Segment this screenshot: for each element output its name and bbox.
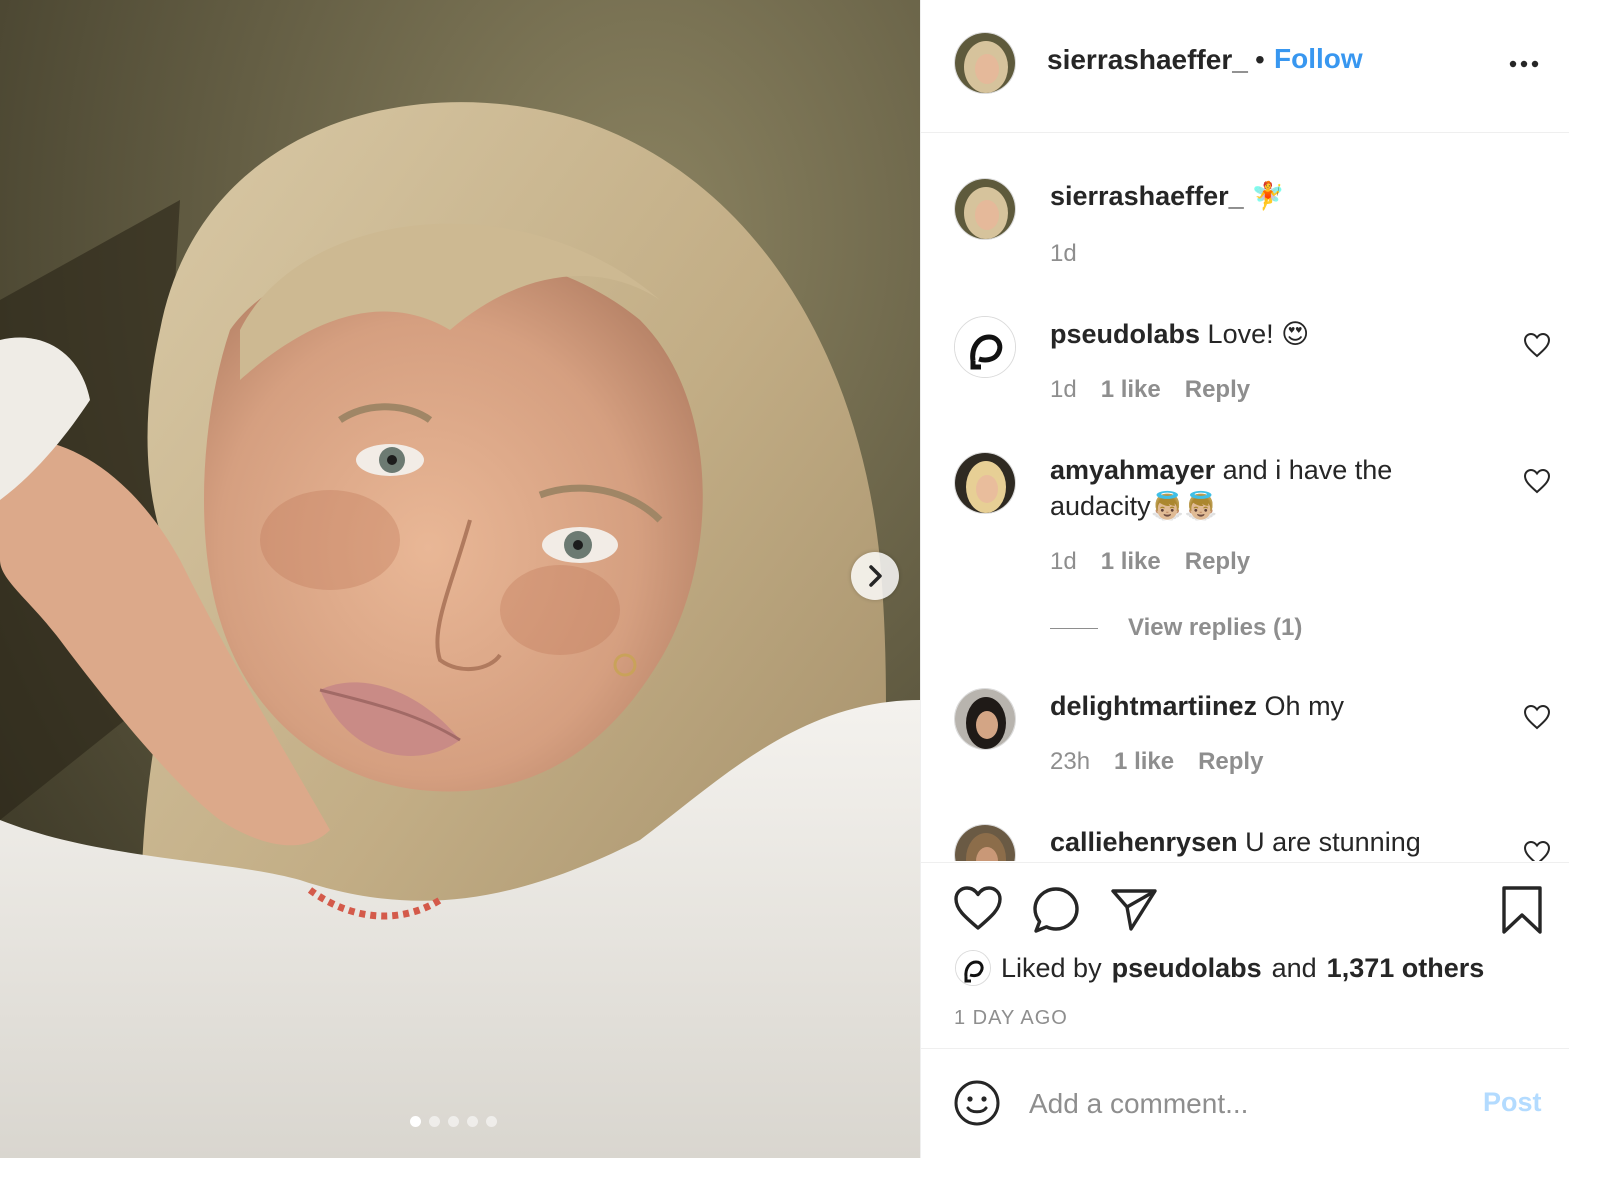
comment-username[interactable]: amyahmayer bbox=[1050, 455, 1215, 485]
reply-button[interactable]: Reply bbox=[1198, 748, 1263, 776]
heart-icon[interactable] bbox=[1523, 468, 1551, 494]
reply-button[interactable]: Reply bbox=[1185, 376, 1250, 404]
commenter-avatar[interactable] bbox=[954, 688, 1016, 750]
comment-likes[interactable]: 1 like bbox=[1101, 548, 1161, 576]
heart-icon[interactable] bbox=[953, 885, 1003, 931]
comment-body: Oh my bbox=[1264, 691, 1345, 721]
caption-time: 1d bbox=[1050, 240, 1077, 267]
carousel-next-button[interactable] bbox=[851, 552, 899, 600]
heart-icon[interactable] bbox=[1523, 840, 1551, 861]
heart-icon[interactable] bbox=[1523, 704, 1551, 730]
post-comment-button[interactable]: Post bbox=[1483, 1087, 1542, 1118]
comment-text: amyahmayer and i have the audacity👼🏼👼🏼 bbox=[1050, 452, 1430, 524]
avatar-image bbox=[956, 951, 990, 985]
bookmark-icon[interactable] bbox=[1501, 885, 1543, 935]
comment-likes[interactable]: 1 like bbox=[1101, 376, 1161, 404]
avatar-image bbox=[955, 689, 1015, 749]
liked-by-prefix: Liked by bbox=[1001, 952, 1102, 983]
comment-icon[interactable] bbox=[1031, 885, 1081, 935]
bottom-margin bbox=[0, 1158, 1612, 1192]
caption-text: sierrashaeffer_ 🧚 bbox=[1050, 178, 1450, 214]
comment-username[interactable]: pseudolabs bbox=[1050, 319, 1200, 349]
post-details-panel: sierrashaeffer_ • Follow sierrashaeffer_… bbox=[920, 0, 1569, 1158]
commenter-avatar[interactable] bbox=[954, 452, 1016, 514]
caption-body: 🧚 bbox=[1251, 181, 1285, 211]
comment-body: U are stunning bbox=[1245, 827, 1421, 857]
separator-dot: • bbox=[1255, 44, 1265, 75]
liked-by-others[interactable]: 1,371 others bbox=[1327, 953, 1485, 984]
liked-by: Liked by pseudolabs and 1,371 others bbox=[955, 950, 1484, 986]
comment-composer: Post bbox=[921, 1048, 1569, 1158]
follow-button[interactable]: Follow bbox=[1274, 43, 1363, 75]
chevron-right-icon bbox=[869, 565, 882, 587]
commenter-avatar[interactable] bbox=[954, 316, 1016, 378]
more-options-icon[interactable] bbox=[1509, 55, 1539, 73]
comment-body: Love! 😍 bbox=[1207, 319, 1310, 349]
carousel-dot bbox=[467, 1116, 478, 1127]
comments-list[interactable]: sierrashaeffer_ 🧚 1d pseudolabs Love! 😍 bbox=[921, 134, 1569, 861]
view-replies-button[interactable]: View replies (1) bbox=[1050, 614, 1302, 642]
comment-meta: 23h 1 like Reply bbox=[1050, 748, 1263, 776]
post-timestamp[interactable]: 1 DAY AGO bbox=[954, 1007, 1068, 1030]
comment-time: 1d bbox=[1050, 376, 1077, 403]
heart-icon[interactable] bbox=[1523, 332, 1551, 358]
author-avatar[interactable] bbox=[954, 32, 1016, 94]
avatar-image bbox=[955, 179, 1015, 239]
comment-meta: 1d 1 like Reply bbox=[1050, 548, 1250, 576]
post-photo bbox=[0, 0, 920, 1158]
comment-username[interactable]: calliehenrysen bbox=[1050, 827, 1238, 857]
send-icon[interactable] bbox=[1109, 885, 1159, 933]
comment-text: calliehenrysen U are stunning bbox=[1050, 824, 1450, 860]
caption-avatar[interactable] bbox=[954, 178, 1016, 240]
liker-avatar[interactable] bbox=[955, 950, 991, 986]
avatar-image bbox=[955, 453, 1015, 513]
comment-time: 1d bbox=[1050, 548, 1077, 575]
caption-meta: 1d bbox=[1050, 240, 1077, 268]
post-media[interactable] bbox=[0, 0, 920, 1158]
comment-text: pseudolabs Love! 😍 bbox=[1050, 316, 1450, 352]
liked-by-and: and bbox=[1271, 952, 1317, 983]
avatar-image bbox=[955, 317, 1015, 377]
comment-text: delightmartiinez Oh my bbox=[1050, 688, 1450, 724]
view-replies-label: View replies (1) bbox=[1128, 614, 1303, 641]
carousel-dot bbox=[410, 1116, 421, 1127]
avatar-image bbox=[955, 33, 1015, 93]
comment-time: 23h bbox=[1050, 748, 1091, 775]
carousel-indicator bbox=[410, 1116, 497, 1127]
divider-line bbox=[1050, 627, 1098, 629]
comment-meta: 1d 1 like Reply bbox=[1050, 376, 1250, 404]
author-username[interactable]: sierrashaeffer_ bbox=[1047, 44, 1248, 76]
carousel-dot bbox=[486, 1116, 497, 1127]
comment-input[interactable] bbox=[1029, 1083, 1459, 1125]
post-actions: Liked by pseudolabs and 1,371 others 1 D… bbox=[921, 862, 1569, 1048]
caption-username[interactable]: sierrashaeffer_ bbox=[1050, 181, 1244, 211]
commenter-avatar[interactable] bbox=[954, 824, 1016, 861]
avatar-image bbox=[955, 825, 1015, 861]
reply-button[interactable]: Reply bbox=[1185, 548, 1250, 576]
comment-likes[interactable]: 1 like bbox=[1114, 748, 1174, 776]
comment-username[interactable]: delightmartiinez bbox=[1050, 691, 1257, 721]
emoji-icon[interactable] bbox=[953, 1079, 1001, 1127]
post-header: sierrashaeffer_ • Follow bbox=[921, 0, 1569, 133]
carousel-dot bbox=[429, 1116, 440, 1127]
liked-by-user[interactable]: pseudolabs bbox=[1112, 953, 1262, 984]
carousel-dot bbox=[448, 1116, 459, 1127]
